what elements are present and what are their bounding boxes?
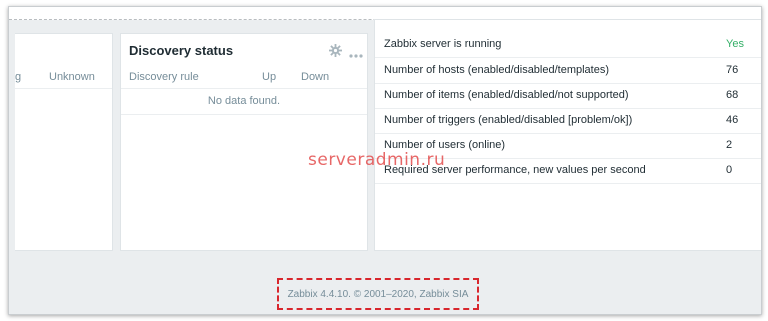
parameter-label: Zabbix server is running (384, 38, 502, 50)
footer-copyright: Zabbix 4.4.10. © 2001–2020, Zabbix SIA (287, 289, 469, 300)
parameter-value: 0 (726, 164, 733, 176)
header-divider (121, 88, 367, 89)
parameter-value: Yes (726, 38, 744, 50)
column-header-unknown[interactable]: Unknown (49, 71, 95, 83)
parameter-label: Number of items (enabled/disabled/not su… (384, 89, 629, 101)
table-row: Number of hosts (enabled/disabled/templa… (375, 58, 761, 84)
table-row: Required server performance, new values … (375, 158, 761, 184)
parameter-value: 68 (726, 89, 739, 101)
widget-title: Discovery status (129, 43, 234, 58)
column-header-fragment: g (15, 71, 22, 83)
more-icon[interactable] (349, 46, 363, 64)
gear-icon[interactable] (329, 44, 342, 62)
table-row: Zabbix server is running Yes (375, 32, 761, 58)
parameter-value: 2 (726, 139, 733, 151)
parameter-label: Number of users (online) (384, 139, 506, 151)
footer-highlight: Zabbix 4.4.10. © 2001–2020, Zabbix SIA (277, 278, 479, 310)
discovery-status-widget: Discovery status Discovery rule Up Down … (120, 33, 368, 251)
table-row: Number of users (online) 2 (375, 133, 761, 159)
parameter-label: Required server performance, new values … (384, 164, 646, 176)
table-row: Number of items (enabled/disabled/not su… (375, 83, 761, 109)
table-row: Number of triggers (enabled/disabled [pr… (375, 108, 761, 134)
dashboard-frame: g Unknown Discovery status Discovery rul… (8, 6, 762, 315)
parameter-label: Number of triggers (enabled/disabled [pr… (384, 114, 633, 126)
problems-by-severity-widget: g Unknown (15, 33, 113, 251)
parameter-value: 46 (726, 114, 739, 126)
parameter-label: Number of hosts (enabled/disabled/templa… (384, 64, 610, 76)
header-divider (15, 88, 112, 89)
no-data-message: No data found. (207, 95, 281, 107)
system-information-widget: Zabbix server is running Yes Number of h… (374, 19, 761, 251)
row-divider (121, 114, 367, 115)
parameter-value: 76 (726, 64, 739, 76)
column-header-discovery-rule[interactable]: Discovery rule (129, 71, 199, 83)
column-header-down[interactable]: Down (301, 71, 329, 83)
column-header-up[interactable]: Up (262, 71, 276, 83)
